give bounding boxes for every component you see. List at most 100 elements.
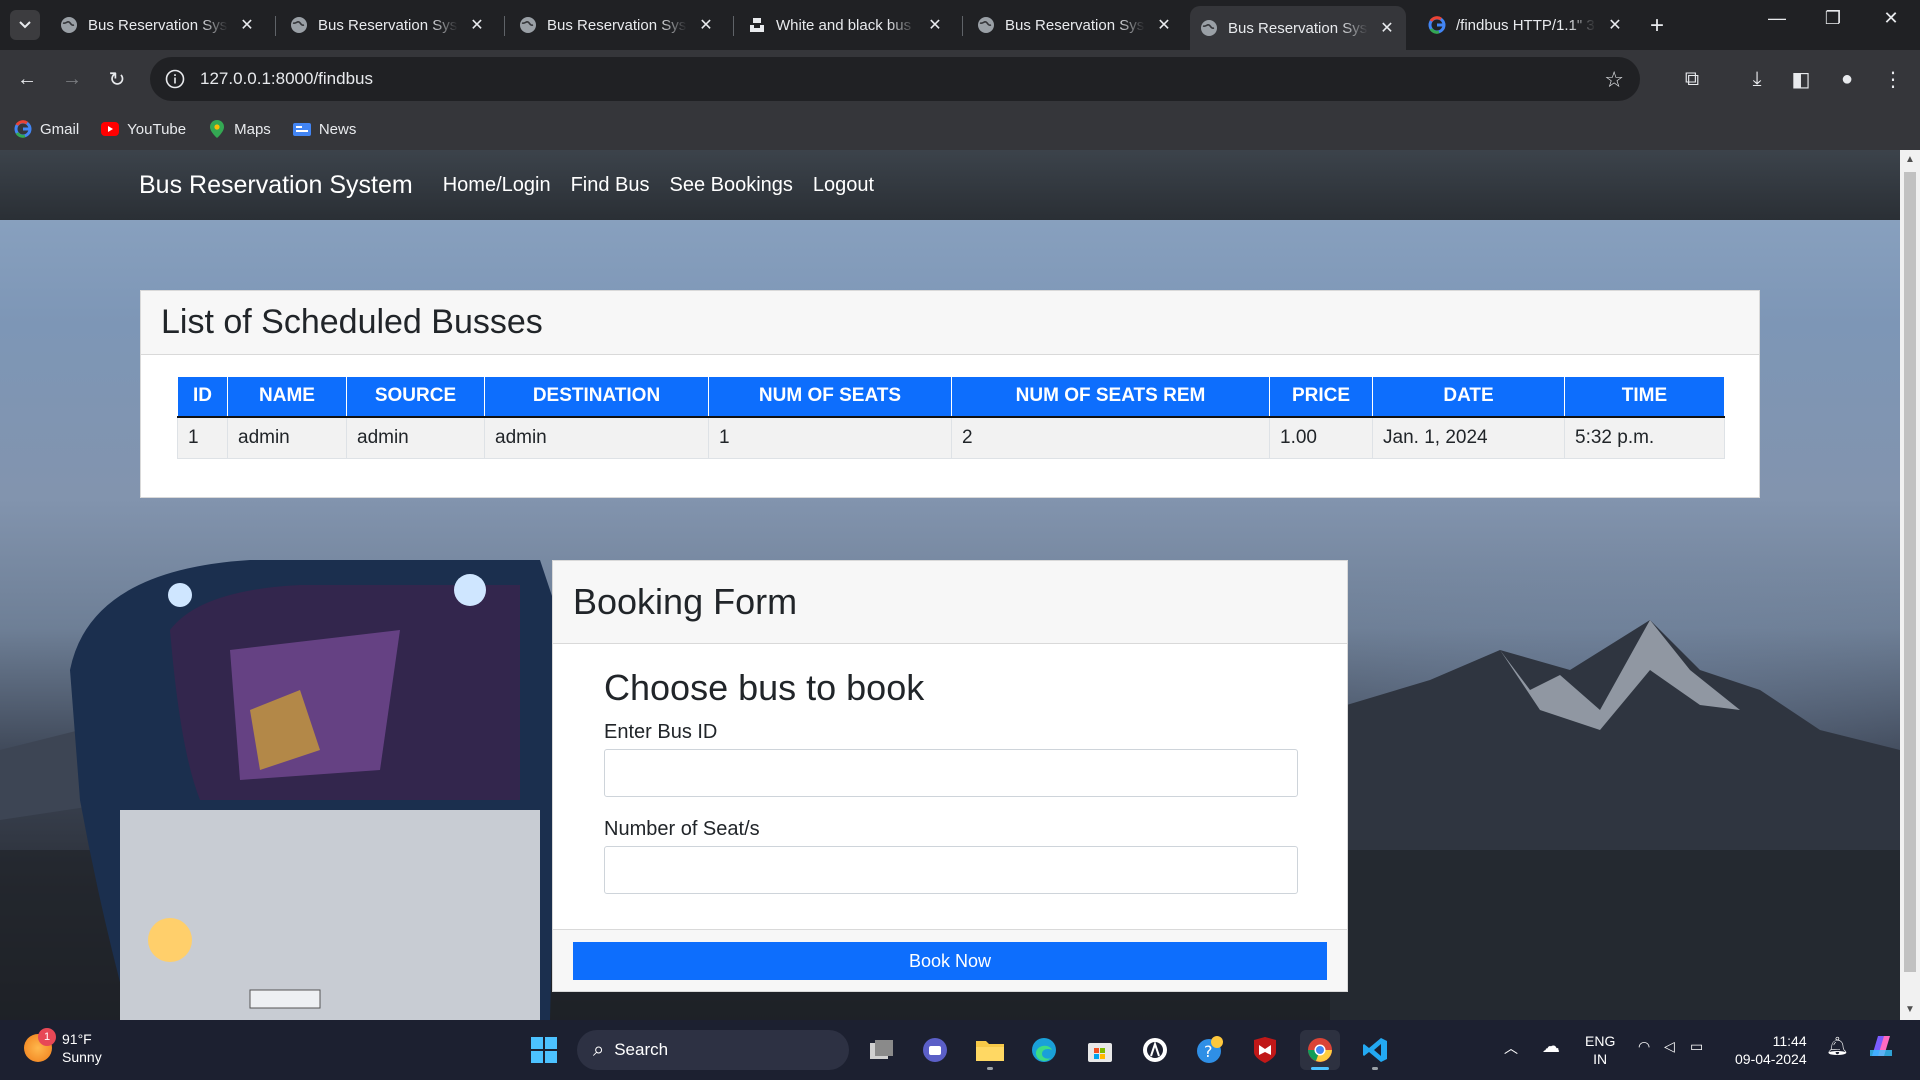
card-title: List of Scheduled Busses	[141, 291, 1759, 355]
column-header: ID	[177, 376, 228, 417]
back-arrow-icon[interactable]: ←	[10, 62, 44, 96]
nav-find-bus[interactable]: Find Bus	[571, 174, 650, 197]
browser-tab[interactable]: Bus Reservation System ✕	[967, 8, 1183, 42]
sun-icon: 1	[24, 1028, 56, 1062]
column-header: NUM OF SEATS	[708, 376, 952, 417]
copilot-icon[interactable]	[1866, 1032, 1896, 1065]
close-icon[interactable]: ✕	[1606, 15, 1624, 35]
close-icon[interactable]: ✕	[238, 15, 256, 35]
browser-tab-strip: Bus Reservation System ✕ Bus Reservation…	[0, 0, 1920, 50]
menu-kebab-icon[interactable]: ⋮	[1878, 64, 1908, 94]
page-viewport: Bus Reservation System Home/Login Find B…	[0, 150, 1900, 1020]
mcafee-icon[interactable]	[1245, 1030, 1285, 1070]
scroll-up-icon[interactable]: ▲	[1900, 154, 1920, 165]
restore-icon[interactable]: ❐	[1810, 8, 1856, 29]
minimize-icon[interactable]: —	[1754, 8, 1800, 29]
close-icon[interactable]: ✕	[926, 15, 944, 35]
tab-search-button[interactable]	[10, 10, 40, 40]
cell-date: Jan. 1, 2024	[1372, 415, 1565, 459]
unsplash-icon	[748, 16, 766, 34]
profile-icon[interactable]: ●	[1832, 64, 1862, 94]
close-window-icon[interactable]: ✕	[1868, 8, 1914, 29]
browser-tab[interactable]: Bus Reservation System ✕	[509, 8, 725, 42]
reload-icon[interactable]: ↻	[100, 62, 134, 96]
bus-id-label: Enter Bus ID	[604, 721, 718, 743]
onedrive-icon[interactable]: ☁	[1542, 1036, 1560, 1057]
brand-title[interactable]: Bus Reservation System	[139, 171, 413, 200]
seats-input[interactable]	[604, 846, 1298, 894]
bookmark-youtube[interactable]: YouTube	[101, 120, 186, 138]
tab-title: Bus Reservation System	[1228, 19, 1368, 37]
download-icon[interactable]: ⤓	[1742, 64, 1772, 94]
bookmark-news[interactable]: News	[292, 120, 357, 138]
browser-tab[interactable]: /findbus HTTP/1.1" 3 ✕	[1418, 8, 1634, 42]
weather-widget[interactable]: 1 91°F Sunny	[24, 1028, 102, 1066]
close-icon[interactable]: ✕	[468, 15, 486, 35]
weather-desc: Sunny	[62, 1049, 102, 1065]
close-icon[interactable]: ✕	[1155, 15, 1173, 35]
side-panel-icon[interactable]: ◧	[1786, 64, 1816, 94]
microsoft-store-icon[interactable]	[1080, 1030, 1120, 1070]
battery-icon[interactable]: ▭	[1690, 1038, 1703, 1055]
taskbar-search[interactable]: ⌕ Search	[577, 1030, 849, 1070]
bookmark-star-icon[interactable]: ☆	[1604, 67, 1624, 93]
site-info-icon[interactable]	[164, 68, 186, 90]
file-explorer-icon[interactable]	[970, 1030, 1010, 1070]
wifi-icon[interactable]: ◠	[1638, 1038, 1650, 1055]
forward-arrow-icon[interactable]: →	[55, 62, 89, 96]
nav-home-login[interactable]: Home/Login	[443, 174, 551, 197]
close-icon[interactable]: ✕	[697, 15, 715, 35]
cell-source: admin	[346, 415, 485, 459]
tab-title: Bus Reservation System	[547, 16, 687, 34]
page-scrollbar[interactable]: ▲ ▼	[1900, 150, 1920, 1020]
browser-tab-active[interactable]: Bus Reservation System ✕	[1190, 6, 1406, 50]
browser-tab[interactable]: Bus Reservation System ✕	[280, 8, 496, 42]
bookmark-label: News	[318, 120, 357, 138]
busses-table: ID NAME SOURCE DESTINATION NUM OF SEATS …	[177, 376, 1725, 459]
svg-text:?: ?	[1204, 1042, 1213, 1061]
new-tab-button[interactable]: +	[1650, 12, 1664, 40]
windows-start-icon[interactable]	[524, 1030, 564, 1070]
lang-bottom: IN	[1593, 1051, 1608, 1067]
nav-logout[interactable]: Logout	[813, 174, 874, 197]
browser-tab[interactable]: Bus Reservation System ✕	[50, 8, 266, 42]
globe-icon	[977, 16, 995, 34]
cell-time: 5:32 p.m.	[1564, 415, 1725, 459]
address-bar[interactable]: 127.0.0.1:8000/findbus ☆	[150, 57, 1640, 101]
volume-icon[interactable]: ◁	[1664, 1038, 1675, 1055]
search-icon: ⌕	[593, 1038, 605, 1061]
globe-icon	[60, 16, 78, 34]
browser-tab[interactable]: White and black bus ✕	[738, 8, 954, 42]
extensions-icon[interactable]: ⧉	[1677, 64, 1707, 94]
language-indicator[interactable]: ENG IN	[1585, 1032, 1615, 1068]
vscode-icon[interactable]	[1355, 1030, 1395, 1070]
table-header-row: ID NAME SOURCE DESTINATION NUM OF SEATS …	[177, 376, 1725, 417]
google-icon	[14, 120, 32, 138]
app-icon[interactable]	[1135, 1030, 1175, 1070]
scroll-down-icon[interactable]: ▼	[1900, 1004, 1920, 1015]
task-view-icon[interactable]	[862, 1030, 902, 1070]
search-label: Search	[614, 1040, 669, 1059]
help-icon[interactable]: ?	[1190, 1030, 1230, 1070]
youtube-icon	[101, 120, 120, 138]
column-header: TIME	[1564, 376, 1725, 417]
show-hidden-icons[interactable]: ︿	[1504, 1038, 1518, 1058]
chrome-icon[interactable]	[1300, 1030, 1340, 1070]
clock-time: 11:44	[1772, 1033, 1807, 1049]
url-text: 127.0.0.1:8000/findbus	[200, 69, 373, 88]
teams-icon[interactable]	[915, 1030, 955, 1070]
book-now-button[interactable]: Book Now	[573, 942, 1327, 980]
cell-id: 1	[177, 415, 228, 459]
notification-bell-icon[interactable]: 🔔︎	[1826, 1036, 1849, 1057]
close-icon[interactable]: ✕	[1378, 18, 1396, 38]
clock[interactable]: 11:44 09-04-2024	[1735, 1032, 1807, 1068]
globe-icon	[519, 16, 537, 34]
bookmark-maps[interactable]: Maps	[208, 120, 271, 138]
bus-id-input[interactable]	[604, 749, 1298, 797]
bookmark-gmail[interactable]: Gmail	[14, 120, 79, 138]
edge-icon[interactable]	[1024, 1030, 1064, 1070]
bookmark-label: Maps	[234, 120, 271, 138]
chevron-down-icon	[19, 21, 31, 29]
scrollbar-thumb[interactable]	[1904, 172, 1916, 972]
nav-see-bookings[interactable]: See Bookings	[670, 174, 793, 197]
